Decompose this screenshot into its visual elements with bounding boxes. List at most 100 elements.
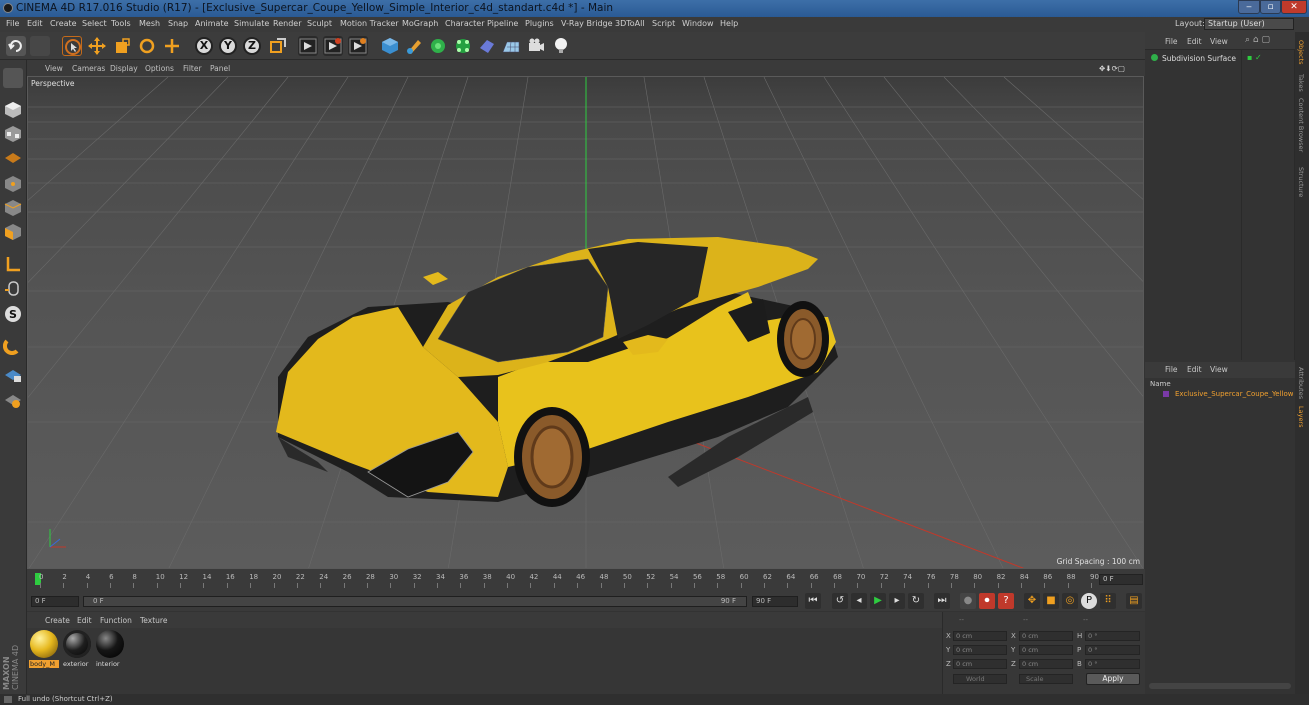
previous-key-button[interactable]: ↺ [832, 593, 848, 609]
texture-mode-icon[interactable] [3, 124, 23, 144]
minimize-button[interactable]: ‒ [1238, 0, 1260, 14]
material-swatch[interactable]: exterior [62, 630, 92, 670]
planar-workplane-icon[interactable] [3, 390, 23, 410]
tab-takes[interactable]: Takes [1297, 74, 1305, 92]
menu-file[interactable]: File [6, 19, 19, 28]
tab-attributes[interactable]: Attributes [1297, 367, 1305, 399]
key-rotation-icon[interactable]: ◎ [1062, 593, 1078, 609]
menu-pipeline[interactable]: Pipeline [487, 19, 518, 28]
viewport-menu-view[interactable]: View [45, 64, 63, 73]
tab-structure[interactable]: Structure [1297, 167, 1305, 197]
snapping-icon[interactable]: S [3, 304, 23, 324]
play-button[interactable]: ▶ [870, 593, 886, 609]
menu-create[interactable]: Create [50, 19, 77, 28]
deformer-icon[interactable] [477, 36, 497, 56]
redo-icon[interactable] [30, 36, 50, 56]
tab-objects[interactable]: Objects [1297, 40, 1305, 65]
menu-edit[interactable]: Edit [27, 19, 43, 28]
menu-tools[interactable]: Tools [111, 19, 131, 28]
autokey-button[interactable]: ⏺ [979, 593, 995, 609]
coordinate-system-icon[interactable] [268, 36, 288, 56]
horizontal-scrollbar[interactable] [1149, 683, 1291, 689]
menu-mograph[interactable]: MoGraph [402, 19, 438, 28]
record-keys-button[interactable]: ● [960, 593, 976, 609]
close-button[interactable]: ✕ [1281, 0, 1307, 14]
position-y-field[interactable]: 0 cm [953, 645, 1007, 655]
menu-select[interactable]: Select [82, 19, 107, 28]
edges-mode-icon[interactable] [3, 198, 23, 218]
go-to-start-button[interactable]: ⏮ [805, 593, 821, 609]
viewport-menu-panel[interactable]: Panel [210, 64, 230, 73]
go-to-end-button[interactable]: ⏭ [934, 593, 950, 609]
object-visibility-check-icon[interactable]: ▪ ✓ [1247, 53, 1262, 62]
menu-motion-tracker[interactable]: Motion Tracker [340, 19, 399, 28]
tweak-mode-icon[interactable] [3, 278, 23, 298]
render-settings-icon[interactable] [348, 36, 368, 56]
apply-button[interactable]: Apply [1086, 673, 1140, 685]
viewport-menu-filter[interactable]: Filter [183, 64, 202, 73]
material-menu-edit[interactable]: Edit [77, 616, 92, 625]
rotation-p-field[interactable]: 0 ° [1085, 645, 1140, 655]
layout-select[interactable]: Startup (User) [1204, 18, 1294, 30]
floor-icon[interactable] [501, 36, 521, 56]
rotation-b-field[interactable]: 0 ° [1085, 659, 1140, 669]
material-menu-texture[interactable]: Texture [140, 616, 167, 625]
undo-icon[interactable] [6, 36, 26, 56]
size-z-field[interactable]: 0 cm [1019, 659, 1073, 669]
current-frame-field[interactable]: 0 F [1099, 574, 1143, 585]
size-x-field[interactable]: 0 cm [1019, 631, 1073, 641]
object-row[interactable]: Subdivision Surface ▪ ✓ [1149, 53, 1293, 65]
menu-window[interactable]: Window [682, 19, 714, 28]
object-menu-edit[interactable]: Edit [1187, 37, 1202, 46]
coordinate-space-select[interactable]: World [953, 674, 1007, 684]
keyframe-selection-button[interactable]: ? [998, 593, 1014, 609]
viewport-menu-display[interactable]: Display [110, 64, 138, 73]
pen-spline-icon[interactable] [404, 36, 424, 56]
menu-animate[interactable]: Animate [195, 19, 229, 28]
perspective-viewport[interactable]: Perspective Grid Spacing : 100 cm [27, 76, 1144, 569]
z-axis-lock[interactable]: Z [243, 37, 261, 55]
magnet-icon[interactable] [2, 335, 23, 356]
material-menu-function[interactable]: Function [100, 616, 132, 625]
workplane-mode-icon[interactable] [3, 148, 23, 168]
viewport-menu-options[interactable]: Options [145, 64, 174, 73]
size-mode-select[interactable]: Scale [1019, 674, 1073, 684]
move-tool-icon[interactable] [87, 36, 107, 56]
polygons-mode-icon[interactable] [3, 222, 23, 242]
key-parameter-icon[interactable]: P [1081, 593, 1097, 609]
frame-range-slider[interactable]: 0 F 90 F [83, 596, 747, 607]
menu-sculpt[interactable]: Sculpt [307, 19, 332, 28]
lock-workplane-icon[interactable] [3, 365, 23, 385]
material-swatch[interactable]: body_M [29, 630, 59, 670]
previous-frame-button[interactable]: ◂ [851, 593, 867, 609]
key-scale-icon[interactable]: ■ [1043, 593, 1059, 609]
tab-layers[interactable]: Layers [1297, 406, 1305, 428]
tab-content-browser[interactable]: Content Browser [1297, 98, 1305, 152]
menu-simulate[interactable]: Simulate [234, 19, 269, 28]
viewport-nav-icons[interactable]: ✥⬇⟳▢ [1099, 64, 1125, 73]
model-mode-icon[interactable] [3, 100, 23, 120]
rotation-h-field[interactable]: 0 ° [1085, 631, 1140, 641]
subdivision-surface-icon[interactable] [428, 36, 448, 56]
material-swatch[interactable]: interior [95, 630, 125, 670]
maximize-button[interactable]: ▫ [1260, 0, 1281, 14]
menu-snap[interactable]: Snap [168, 19, 188, 28]
render-picture-viewer-icon[interactable] [323, 36, 343, 56]
points-mode-icon[interactable] [3, 174, 23, 194]
menu-character[interactable]: Character [445, 19, 485, 28]
attr-menu-view[interactable]: View [1210, 365, 1228, 374]
attr-menu-file[interactable]: File [1165, 365, 1178, 374]
material-menu-create[interactable]: Create [45, 616, 70, 625]
size-y-field[interactable]: 0 cm [1019, 645, 1073, 655]
y-axis-lock[interactable]: Y [219, 37, 237, 55]
object-menu-view[interactable]: View [1210, 37, 1228, 46]
x-axis-lock[interactable]: X [195, 37, 213, 55]
next-frame-button[interactable]: ▸ [889, 593, 905, 609]
viewport-menu-cameras[interactable]: Cameras [72, 64, 105, 73]
key-position-icon[interactable]: ✥ [1024, 593, 1040, 609]
start-frame-field[interactable]: 0 F [31, 596, 79, 607]
menu-script[interactable]: Script [652, 19, 675, 28]
timeline-ruler[interactable]: 0 2 4 6 8 10 12 14 16 18 20 22 24 26 28 30 32 34 36 38 40 42 4… [27, 569, 1145, 591]
timeline-window-icon[interactable]: ▤ [1126, 593, 1142, 609]
object-search-icon[interactable]: ⌕ ⌂ ▢ [1245, 35, 1270, 45]
